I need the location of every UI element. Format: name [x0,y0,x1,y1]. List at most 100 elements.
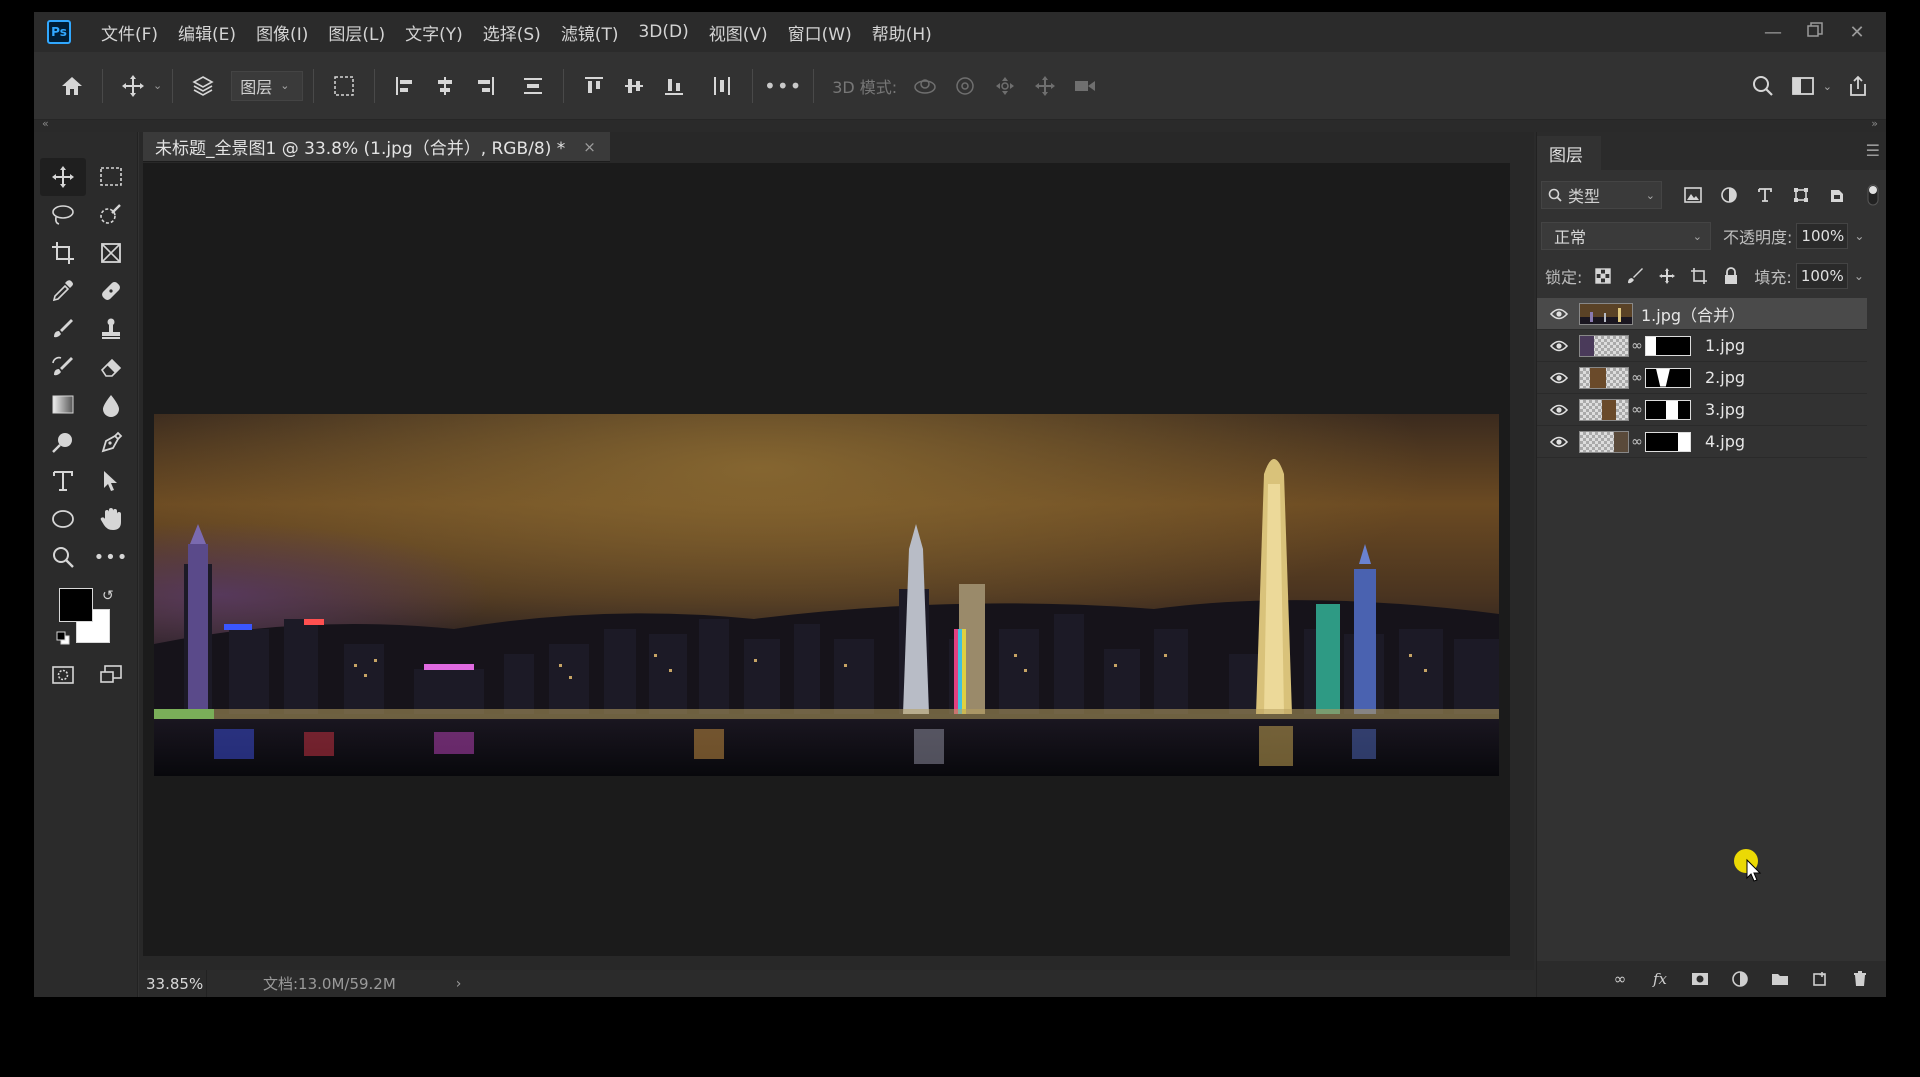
menu-help[interactable]: 帮助(H) [862,20,942,45]
layer-name[interactable]: 1.jpg [1705,336,1745,355]
pen-tool-icon[interactable] [88,424,134,462]
lock-all-icon[interactable] [1720,265,1742,287]
layer-mask-thumbnail[interactable] [1645,399,1691,420]
quick-mask-icon[interactable] [40,656,86,694]
clone-stamp-tool-icon[interactable] [88,310,134,348]
workspace-icon[interactable] [1787,70,1819,102]
eye-icon[interactable] [1543,404,1575,416]
layer-mask-thumbnail[interactable] [1645,335,1691,356]
filter-shape-icon[interactable] [1788,182,1814,208]
layer-name[interactable]: 2.jpg [1705,368,1745,387]
blend-mode-dropdown[interactable]: 正常 ⌄ [1541,222,1711,250]
menu-window[interactable]: 窗口(W) [778,20,862,45]
align-left-icon[interactable] [389,70,421,102]
panorama-image[interactable] [154,414,1499,776]
gradient-tool-icon[interactable] [40,386,86,424]
close-tab-icon[interactable]: × [583,138,596,156]
layer-row[interactable]: 1.jpg（合并） [1537,298,1867,330]
restore-icon[interactable] [1794,21,1836,43]
path-selection-tool-icon[interactable] [88,462,134,500]
adjustment-layer-icon[interactable] [1728,967,1752,991]
blur-tool-icon[interactable] [88,386,134,424]
layer-name[interactable]: 3.jpg [1705,400,1745,419]
canvas-pasteboard[interactable] [143,163,1510,956]
eye-icon[interactable] [1543,372,1575,384]
crop-tool-icon[interactable] [40,234,86,272]
add-mask-icon[interactable] [1688,967,1712,991]
align-top-icon[interactable] [578,70,610,102]
eye-icon[interactable] [1543,308,1575,320]
align-right-icon[interactable] [469,70,501,102]
menu-3d[interactable]: 3D(D) [628,22,698,42]
auto-select-target-dropdown[interactable]: 图层 ⌄ [231,70,304,101]
opacity-input[interactable]: 100% [1796,223,1849,249]
align-center-icon[interactable] [429,70,461,102]
ellipse-tool-icon[interactable] [40,500,86,538]
3d-roll-icon[interactable] [949,70,981,102]
transform-controls-icon[interactable] [328,70,360,102]
search-icon[interactable] [1747,70,1779,102]
link-icon[interactable]: ∞ [1629,370,1645,386]
move-tool-icon[interactable] [117,70,149,102]
layer-row[interactable]: ∞ 1.jpg [1537,330,1867,362]
document-size-info[interactable]: 文档:13.0M/59.2M [263,973,396,994]
auto-select-icon[interactable] [187,70,219,102]
minimize-icon[interactable]: — [1752,22,1794,43]
document-tab[interactable]: 未标题_全景图1 @ 33.8% (1.jpg（合并）, RGB/8) * × [143,132,610,162]
menu-edit[interactable]: 编辑(E) [168,20,246,45]
link-icon[interactable]: ∞ [1629,434,1645,450]
layer-row[interactable]: ∞ 3.jpg [1537,394,1867,426]
lock-position-icon[interactable] [1656,265,1678,287]
filter-kind-dropdown[interactable]: 类型 ⌄ [1541,181,1662,209]
fill-input[interactable]: 100% [1795,263,1848,289]
layer-thumbnail[interactable] [1579,334,1629,357]
frame-tool-icon[interactable] [88,234,134,272]
3d-pan-icon[interactable] [989,70,1021,102]
foreground-color-swatch[interactable] [59,588,93,622]
history-brush-tool-icon[interactable] [40,348,86,386]
lock-artboard-icon[interactable] [1688,265,1710,287]
layer-mask-thumbnail[interactable] [1645,367,1691,388]
collapse-right-icon[interactable]: » [1871,117,1878,130]
filter-smart-object-icon[interactable] [1824,182,1850,208]
menu-select[interactable]: 选择(S) [473,20,551,45]
eyedropper-tool-icon[interactable] [40,272,86,310]
layer-thumbnail[interactable] [1579,302,1633,325]
screen-mode-icon[interactable] [88,656,134,694]
chevron-down-icon[interactable]: ⌄ [1854,229,1864,243]
home-icon[interactable] [56,70,88,102]
filter-type-icon[interactable] [1752,182,1778,208]
menu-file[interactable]: 文件(F) [91,20,168,45]
link-icon[interactable]: ∞ [1629,338,1645,354]
menu-filter[interactable]: 滤镜(T) [551,20,629,45]
distribute-vertical-icon[interactable] [517,70,549,102]
lock-image-pixels-icon[interactable] [1624,265,1646,287]
eraser-tool-icon[interactable] [88,348,134,386]
folder-icon[interactable] [1768,967,1792,991]
move-tool-icon[interactable] [40,158,86,196]
brush-tool-icon[interactable] [40,310,86,348]
filter-toggle-icon[interactable] [1860,182,1886,208]
distribute-horizontal-icon[interactable] [706,70,738,102]
eye-icon[interactable] [1543,340,1575,352]
filter-adjustment-icon[interactable] [1716,182,1742,208]
lock-transparent-pixels-icon[interactable] [1592,265,1614,287]
zoom-level-field[interactable]: 33.85% [139,970,207,997]
dodge-tool-icon[interactable] [40,424,86,462]
menu-image[interactable]: 图像(I) [246,20,318,45]
lasso-tool-icon[interactable] [40,196,86,234]
3d-orbit-icon[interactable] [909,70,941,102]
marquee-tool-icon[interactable] [88,158,134,196]
swap-colors-icon[interactable]: ↺ [102,588,114,604]
layer-thumbnail[interactable] [1579,366,1629,389]
collapse-left-icon[interactable]: « [42,117,49,130]
layer-thumbnail[interactable] [1579,398,1629,421]
menu-type[interactable]: 文字(Y) [395,20,473,45]
trash-icon[interactable] [1848,967,1872,991]
3d-slide-icon[interactable] [1029,70,1061,102]
align-middle-icon[interactable] [618,70,650,102]
panel-menu-icon[interactable]: ☰ [1866,141,1880,160]
eye-icon[interactable] [1543,436,1575,448]
chevron-down-icon[interactable]: ⌄ [1854,269,1864,283]
menu-view[interactable]: 视图(V) [699,20,778,45]
